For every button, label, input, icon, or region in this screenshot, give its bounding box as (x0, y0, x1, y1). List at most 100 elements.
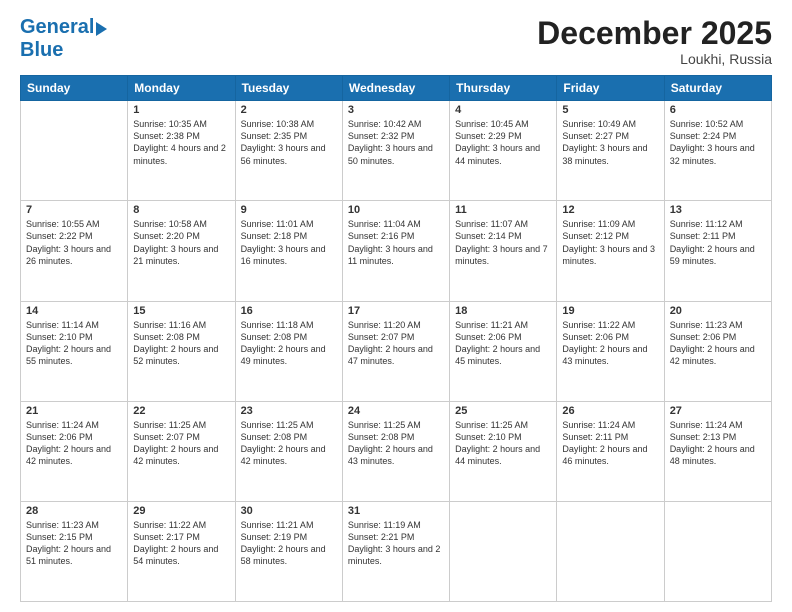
header: General Blue December 2025 Loukhi, Russi… (20, 16, 772, 67)
day-info: Sunrise: 11:25 AMSunset: 2:10 PMDaylight… (455, 419, 551, 468)
day-info: Sunrise: 11:01 AMSunset: 2:18 PMDaylight… (241, 218, 337, 267)
logo-blue: Blue (20, 39, 63, 61)
day-number: 11 (455, 204, 551, 216)
calendar-cell: 11 Sunrise: 11:07 AMSunset: 2:14 PMDaylig… (450, 201, 557, 301)
day-number: 1 (133, 104, 229, 116)
day-number: 31 (348, 505, 444, 517)
calendar-cell: 13 Sunrise: 11:12 AMSunset: 2:11 PMDaylig… (664, 201, 771, 301)
day-number: 24 (348, 405, 444, 417)
calendar-cell: 29 Sunrise: 11:22 AMSunset: 2:17 PMDaylig… (128, 501, 235, 601)
day-number: 22 (133, 405, 229, 417)
day-info: Sunrise: 11:19 AMSunset: 2:21 PMDaylight… (348, 519, 444, 568)
day-number: 14 (26, 305, 122, 317)
day-info: Sunrise: 11:22 AMSunset: 2:17 PMDaylight… (133, 519, 229, 568)
calendar-cell: 2Sunrise: 10:38 AMSunset: 2:35 PMDayligh… (235, 101, 342, 201)
day-number: 4 (455, 104, 551, 116)
day-number: 27 (670, 405, 766, 417)
calendar-cell (557, 501, 664, 601)
calendar-cell: 4 Sunrise: 10:45 AMSunset: 2:29 PMDayligh… (450, 101, 557, 201)
day-info: Sunrise: 11:25 AMSunset: 2:08 PMDaylight… (241, 419, 337, 468)
calendar-cell: 7 Sunrise: 10:55 AMSunset: 2:22 PMDayligh… (21, 201, 128, 301)
day-number: 19 (562, 305, 658, 317)
calendar-cell: 16Sunrise: 11:18 AMSunset: 2:08 PMDaylig… (235, 301, 342, 401)
day-info: Sunrise: 11:24 AMSunset: 2:13 PMDaylight… (670, 419, 766, 468)
day-info: Sunrise: 11:20 AMSunset: 2:07 PMDaylight… (348, 319, 444, 368)
day-info: Sunrise: 11:09 AMSunset: 2:12 PMDaylight… (562, 218, 658, 267)
title-block: December 2025 Loukhi, Russia (537, 16, 772, 67)
day-number: 28 (26, 505, 122, 517)
logo-arrow-icon (96, 22, 107, 36)
day-info: Sunrise: 10:49 AMSunset: 2:27 PMDaylight… (562, 118, 658, 167)
day-info: Sunrise: 10:35 AMSunset: 2:38 PMDaylight… (133, 118, 229, 167)
page: General Blue December 2025 Loukhi, Russi… (0, 0, 792, 612)
calendar-week-row: 28 Sunrise: 11:23 AMSunset: 2:15 PMDaylig… (21, 501, 772, 601)
location: Loukhi, Russia (537, 51, 772, 67)
day-number: 9 (241, 204, 337, 216)
day-number: 15 (133, 305, 229, 317)
calendar-cell: 19 Sunrise: 11:22 AMSunset: 2:06 PMDaylig… (557, 301, 664, 401)
day-header-friday: Friday (557, 76, 664, 101)
day-number: 26 (562, 405, 658, 417)
day-number: 6 (670, 104, 766, 116)
day-info: Sunrise: 10:38 AMSunset: 2:35 PMDaylight… (241, 118, 337, 167)
calendar-cell: 21Sunrise: 11:24 AMSunset: 2:06 PMDaylig… (21, 401, 128, 501)
day-info: Sunrise: 11:22 AMSunset: 2:06 PMDaylight… (562, 319, 658, 368)
calendar-cell (664, 501, 771, 601)
calendar-cell: 17 Sunrise: 11:20 AMSunset: 2:07 PMDaylig… (342, 301, 449, 401)
day-number: 17 (348, 305, 444, 317)
calendar-table: SundayMondayTuesdayWednesdayThursdayFrid… (20, 75, 772, 602)
day-number: 30 (241, 505, 337, 517)
calendar-cell: 30 Sunrise: 11:21 AMSunset: 2:19 PMDaylig… (235, 501, 342, 601)
day-number: 7 (26, 204, 122, 216)
day-header-sunday: Sunday (21, 76, 128, 101)
day-info: Sunrise: 11:12 AMSunset: 2:11 PMDaylight… (670, 218, 766, 267)
day-number: 25 (455, 405, 551, 417)
calendar-week-row: 1 Sunrise: 10:35 AMSunset: 2:38 PMDayligh… (21, 101, 772, 201)
day-info: Sunrise: 11:23 AMSunset: 2:15 PMDaylight… (26, 519, 122, 568)
calendar-cell: 20 Sunrise: 11:23 AMSunset: 2:06 PMDaylig… (664, 301, 771, 401)
calendar-cell: 26Sunrise: 11:24 AMSunset: 2:11 PMDaylig… (557, 401, 664, 501)
day-number: 29 (133, 505, 229, 517)
day-info: Sunrise: 10:55 AMSunset: 2:22 PMDaylight… (26, 218, 122, 267)
day-number: 5 (562, 104, 658, 116)
calendar-week-row: 21Sunrise: 11:24 AMSunset: 2:06 PMDaylig… (21, 401, 772, 501)
day-number: 21 (26, 405, 122, 417)
calendar-cell: 27 Sunrise: 11:24 AMSunset: 2:13 PMDaylig… (664, 401, 771, 501)
day-info: Sunrise: 10:45 AMSunset: 2:29 PMDaylight… (455, 118, 551, 167)
calendar-cell: 23 Sunrise: 11:25 AMSunset: 2:08 PMDaylig… (235, 401, 342, 501)
calendar-header-row: SundayMondayTuesdayWednesdayThursdayFrid… (21, 76, 772, 101)
calendar-cell: 9 Sunrise: 11:01 AMSunset: 2:18 PMDayligh… (235, 201, 342, 301)
day-number: 20 (670, 305, 766, 317)
calendar-cell: 24 Sunrise: 11:25 AMSunset: 2:08 PMDaylig… (342, 401, 449, 501)
day-info: Sunrise: 10:52 AMSunset: 2:24 PMDaylight… (670, 118, 766, 167)
calendar-cell: 28 Sunrise: 11:23 AMSunset: 2:15 PMDaylig… (21, 501, 128, 601)
logo-general: General (20, 16, 94, 39)
day-info: Sunrise: 11:04 AMSunset: 2:16 PMDaylight… (348, 218, 444, 267)
day-info: Sunrise: 11:07 AMSunset: 2:14 PMDaylight… (455, 218, 551, 267)
day-info: Sunrise: 10:42 AMSunset: 2:32 PMDaylight… (348, 118, 444, 167)
day-number: 13 (670, 204, 766, 216)
calendar-cell: 18Sunrise: 11:21 AMSunset: 2:06 PMDaylig… (450, 301, 557, 401)
day-number: 8 (133, 204, 229, 216)
day-number: 23 (241, 405, 337, 417)
calendar-week-row: 7 Sunrise: 10:55 AMSunset: 2:22 PMDayligh… (21, 201, 772, 301)
calendar-cell (450, 501, 557, 601)
day-number: 18 (455, 305, 551, 317)
calendar-cell: 25 Sunrise: 11:25 AMSunset: 2:10 PMDaylig… (450, 401, 557, 501)
calendar-cell: 3Sunrise: 10:42 AMSunset: 2:32 PMDayligh… (342, 101, 449, 201)
day-info: Sunrise: 10:58 AMSunset: 2:20 PMDaylight… (133, 218, 229, 267)
day-info: Sunrise: 11:25 AMSunset: 2:08 PMDaylight… (348, 419, 444, 468)
calendar-week-row: 14Sunrise: 11:14 AMSunset: 2:10 PMDaylig… (21, 301, 772, 401)
calendar-cell: 31 Sunrise: 11:19 AMSunset: 2:21 PMDaylig… (342, 501, 449, 601)
day-number: 16 (241, 305, 337, 317)
day-header-saturday: Saturday (664, 76, 771, 101)
day-info: Sunrise: 11:21 AMSunset: 2:19 PMDaylight… (241, 519, 337, 568)
calendar-cell: 14Sunrise: 11:14 AMSunset: 2:10 PMDaylig… (21, 301, 128, 401)
calendar-cell (21, 101, 128, 201)
day-number: 10 (348, 204, 444, 216)
calendar-cell: 10 Sunrise: 11:04 AMSunset: 2:16 PMDaylig… (342, 201, 449, 301)
day-info: Sunrise: 11:25 AMSunset: 2:07 PMDaylight… (133, 419, 229, 468)
calendar-cell: 8 Sunrise: 10:58 AMSunset: 2:20 PMDayligh… (128, 201, 235, 301)
day-info: Sunrise: 11:23 AMSunset: 2:06 PMDaylight… (670, 319, 766, 368)
calendar-cell: 5 Sunrise: 10:49 AMSunset: 2:27 PMDayligh… (557, 101, 664, 201)
